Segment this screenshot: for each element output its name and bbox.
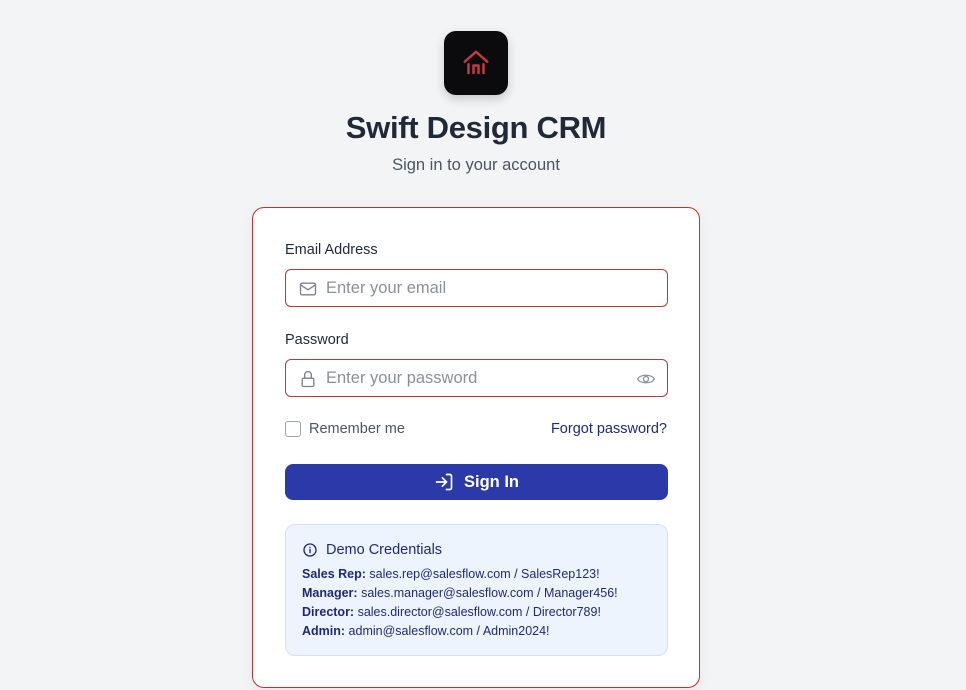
lock-icon [301, 370, 315, 388]
page-subtitle: Sign in to your account [392, 156, 560, 174]
eye-icon[interactable] [635, 369, 657, 389]
credential-value: sales.manager@salesflow.com / Manager456… [361, 586, 618, 600]
credential-line: Admin: admin@salesflow.com / Admin2024! [302, 624, 550, 638]
page-title: Swift Design CRM [345, 110, 607, 145]
login-card: Email Address Enter your email Password … [252, 207, 700, 688]
remember-checkbox[interactable] [285, 421, 301, 437]
sign-in-button[interactable]: Sign In [285, 464, 668, 500]
password-field[interactable]: Enter your password [285, 359, 668, 397]
remember-me[interactable]: Remember me [285, 421, 405, 437]
credential-line: Sales Rep: sales.rep@salesflow.com / Sal… [302, 567, 600, 581]
app-logo [444, 31, 508, 95]
email-placeholder: Enter your email [326, 279, 447, 297]
credential-role: Manager: [302, 586, 358, 600]
email-label: Email Address [285, 242, 378, 258]
credential-line: Director: sales.director@salesflow.com /… [302, 605, 601, 619]
demo-credentials-title: Demo Credentials [326, 542, 443, 558]
forgot-password-link[interactable]: Forgot password? [551, 421, 667, 437]
info-icon [303, 543, 317, 557]
demo-credentials-header: Demo Credentials [302, 542, 442, 558]
password-label: Password [285, 332, 349, 348]
demo-credentials-box: Demo Credentials Sales Rep: sales.rep@sa… [285, 524, 668, 656]
credential-line: Manager: sales.manager@salesflow.com / M… [302, 586, 618, 600]
password-placeholder: Enter your password [326, 369, 478, 387]
credential-role: Admin: [302, 624, 346, 638]
login-page: Swift Design CRM Sign in to your account… [0, 0, 966, 690]
login-icon [435, 473, 453, 491]
credential-role: Director: [302, 605, 355, 619]
credential-value: sales.rep@salesflow.com / SalesRep123! [369, 567, 600, 581]
credential-value: admin@salesflow.com / Admin2024! [348, 624, 550, 638]
email-field[interactable]: Enter your email [285, 269, 668, 307]
sign-in-label: Sign In [464, 472, 519, 491]
credential-value: sales.director@salesflow.com / Director7… [357, 605, 601, 619]
credential-role: Sales Rep: [302, 567, 366, 581]
remember-label: Remember me [309, 421, 405, 437]
home-arrow-icon [463, 50, 489, 75]
mail-icon [299, 282, 317, 296]
